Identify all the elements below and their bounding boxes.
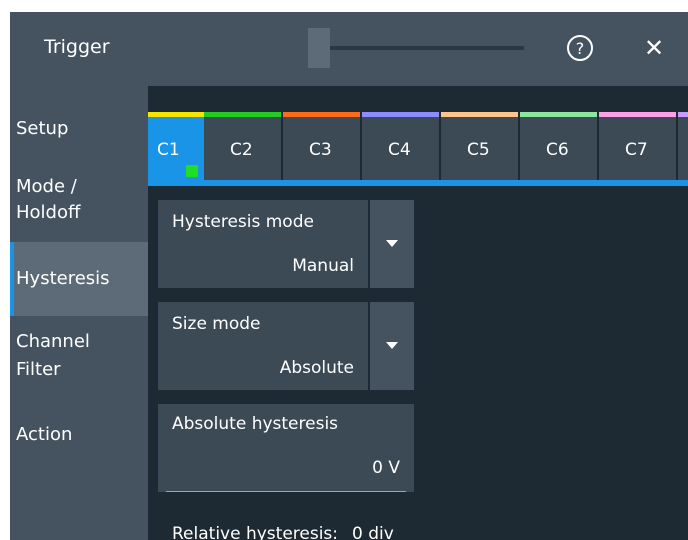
tab-color-bar	[678, 112, 688, 117]
tab-c3[interactable]: C3	[283, 112, 360, 180]
tab-c2[interactable]: C2	[204, 112, 281, 180]
sidebar-item-channel-filter[interactable]: Channel Filter	[10, 328, 148, 388]
absolute-hysteresis-label: Absolute hysteresis	[172, 414, 339, 434]
size-mode-dropdown-button[interactable]	[370, 302, 414, 390]
relative-hysteresis-readout: Relative hysteresis: 0 div	[172, 524, 394, 540]
size-mode-value: Absolute	[279, 358, 354, 378]
dialog-title: Trigger	[44, 36, 110, 58]
caret-down-icon	[386, 342, 398, 349]
tab-label: C2	[230, 140, 253, 160]
transparency-slider-track[interactable]	[330, 46, 524, 50]
tab-underline	[148, 180, 688, 186]
input-underline	[166, 491, 406, 492]
active-indicator	[10, 242, 14, 316]
close-button[interactable]: ✕	[638, 32, 670, 64]
tab-color-bar	[520, 112, 597, 117]
tab-label: C4	[388, 140, 411, 160]
sidebar-item-hysteresis[interactable]: Hysteresis	[10, 242, 148, 316]
question-circle-icon: ?	[567, 35, 593, 61]
hysteresis-mode-value: Manual	[292, 256, 354, 276]
hysteresis-mode-dropdown-button[interactable]	[370, 200, 414, 288]
tab-color-bar	[599, 112, 676, 117]
tab-c5[interactable]: C5	[441, 112, 518, 180]
active-channel-indicator	[186, 165, 198, 177]
sidebar: Setup Mode / Holdoff Hysteresis Channel …	[10, 86, 148, 540]
absolute-hysteresis-input[interactable]: Absolute hysteresis 0 V	[158, 404, 414, 492]
tab-label: C5	[467, 140, 490, 160]
size-mode-label: Size mode	[172, 314, 261, 334]
svg-text:?: ?	[576, 39, 585, 58]
sidebar-item-mode-holdoff[interactable]: Mode / Holdoff	[10, 174, 148, 234]
caret-down-icon	[386, 240, 398, 247]
absolute-hysteresis-value: 0 V	[372, 458, 400, 478]
channel-tabs: C1 C2 C3 C4 C5 C6 C7	[148, 112, 688, 186]
content-panel: C1 C2 C3 C4 C5 C6 C7 Hysteresis mode Man…	[148, 86, 688, 540]
hysteresis-mode-label: Hysteresis mode	[172, 212, 314, 232]
sidebar-item-label: Action	[16, 424, 73, 445]
tab-label: C7	[625, 140, 648, 160]
tab-c7[interactable]: C7	[599, 112, 676, 180]
relative-hysteresis-label: Relative hysteresis:	[172, 524, 339, 540]
trigger-dialog: Trigger ? ✕ Setup Mode / Holdoff Hystere…	[10, 12, 688, 540]
relative-hysteresis-value: 0 div	[352, 524, 394, 540]
close-icon: ✕	[643, 34, 665, 62]
tab-color-bar	[204, 112, 281, 117]
title-bar: Trigger ? ✕	[10, 12, 688, 86]
sidebar-item-label: Setup	[16, 118, 69, 139]
sidebar-item-setup[interactable]: Setup	[10, 116, 148, 156]
sidebar-item-label: Hysteresis	[16, 268, 110, 289]
tab-color-bar	[441, 112, 518, 117]
help-button[interactable]: ?	[566, 34, 594, 62]
sidebar-item-action[interactable]: Action	[10, 422, 148, 462]
sidebar-item-label: Channel Filter	[16, 331, 90, 380]
tab-label: C1	[157, 140, 180, 160]
tab-c6[interactable]: C6	[520, 112, 597, 180]
tab-color-bar	[283, 112, 360, 117]
tab-color-bar	[362, 112, 439, 117]
tab-c8[interactable]	[678, 112, 688, 180]
tab-label: C3	[309, 140, 332, 160]
size-mode-select[interactable]: Size mode Absolute	[158, 302, 368, 390]
tab-c4[interactable]: C4	[362, 112, 439, 180]
transparency-slider-handle[interactable]	[308, 28, 330, 68]
hysteresis-mode-select[interactable]: Hysteresis mode Manual	[158, 200, 368, 288]
sidebar-item-label: Mode / Holdoff	[16, 176, 81, 223]
tab-label: C6	[546, 140, 569, 160]
